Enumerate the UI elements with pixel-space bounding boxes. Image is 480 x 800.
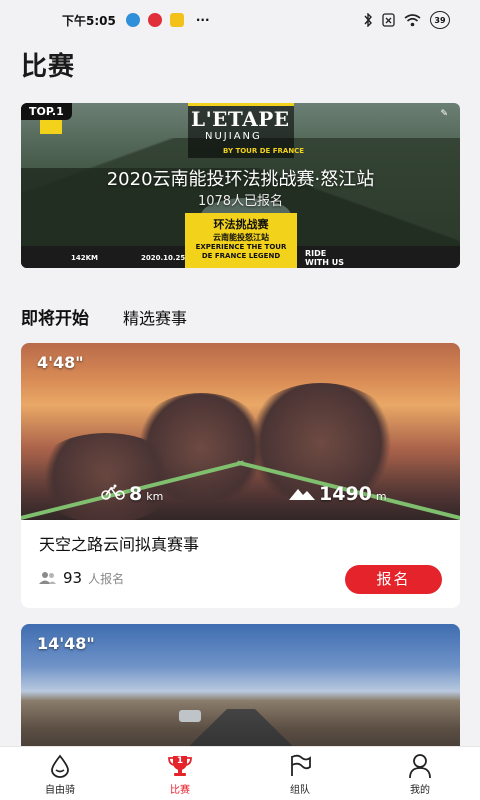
no-sim-icon (382, 13, 395, 27)
elevation-value: 1490 (319, 483, 372, 505)
register-button[interactable]: 报名 (345, 565, 442, 594)
etape-logo-subtitle: NUJIANG (205, 131, 262, 142)
etape-logo-tdf: BY TOUR DE FRANCE (223, 147, 305, 155)
app-notification-icon-yellow (169, 13, 184, 27)
event-cover-image: 14'48" (21, 624, 460, 764)
more-notifications-icon: ··· (195, 13, 210, 27)
nav-team[interactable]: 组队 (240, 747, 360, 800)
status-time: 下午5:05 (62, 13, 116, 28)
event-duration: 4'48" (37, 353, 84, 372)
ride-line-1: RIDE (305, 249, 327, 258)
nav-label: 组队 (290, 785, 310, 796)
signup-count: 93 (63, 569, 83, 587)
nav-label: 我的 (410, 785, 430, 796)
poster-line-4: DE FRANCE LEGEND (201, 252, 281, 260)
event-tabs: 即将开始 精选赛事 (21, 304, 187, 329)
trophy-badge-number: 1 (176, 756, 184, 766)
elevation-unit: m (375, 490, 387, 503)
poster-line-3: EXPERIENCE THE TOUR (195, 243, 287, 251)
cover-car (179, 710, 201, 722)
status-bar: 下午5:05 ··· 39 (0, 0, 480, 40)
mountain-icon (289, 489, 315, 500)
bluetooth-icon (364, 13, 372, 27)
banner-distance-tag: 142KM (71, 254, 99, 262)
trophy-icon: 1 (166, 753, 194, 779)
banner-ride-slogan: RIDE WITH US (305, 249, 344, 267)
banner-poster-panel: 环法挑战赛 云南能投怒江站 EXPERIENCE THE TOUR DE FRA… (185, 213, 297, 268)
cover-road (21, 460, 460, 520)
wifi-icon (404, 13, 421, 26)
poster-line-2: 云南能投怒江站 (213, 233, 269, 242)
banner-corner-logo: ✎ (440, 109, 448, 119)
event-card[interactable]: 4'48" 8 km 1490 m 天空之路云间拟真赛事 93 人报名 报名 (21, 343, 460, 608)
banner-signup-count: 1078人已报名 (197, 194, 284, 209)
signup-info: 93 人报名 (39, 569, 124, 587)
event-duration: 14'48" (37, 634, 95, 653)
featured-event-banner[interactable]: TOP.1 L'ETAPE NUJIANG BY TOUR DE FRANCE … (21, 103, 460, 268)
people-icon (39, 572, 56, 584)
event-cover-image: 4'48" 8 km 1490 m (21, 343, 460, 520)
app-notification-icon-blue (125, 13, 140, 27)
tab-featured[interactable]: 精选赛事 (123, 305, 187, 329)
bicycle-icon (101, 484, 125, 500)
droplet-icon (46, 753, 74, 779)
signup-label: 人报名 (88, 571, 125, 586)
rank-badge: TOP.1 (21, 103, 72, 120)
poster-line-1: 环法挑战赛 (213, 218, 269, 231)
nav-competition[interactable]: 1 比赛 (120, 747, 240, 800)
etape-logo-title: L'ETAPE (191, 107, 290, 131)
banner-date-tag: 2020.10.25 (141, 254, 186, 262)
app-notification-icon-red (147, 13, 162, 27)
bottom-navigation: 自由骑 1 比赛 组队 我的 (0, 746, 480, 800)
banner-title: 2020云南能投环法挑战赛·怒江站 (106, 169, 375, 190)
distance-stat: 8 km (101, 483, 163, 505)
flag-icon (286, 753, 314, 779)
event-card[interactable]: 14'48" (21, 624, 460, 764)
ride-line-2: WITH US (305, 258, 344, 267)
tab-upcoming[interactable]: 即将开始 (21, 304, 89, 329)
distance-value: 8 (129, 483, 143, 505)
battery-icon: 39 (430, 11, 450, 29)
page-title: 比赛 (21, 52, 76, 82)
user-icon (406, 753, 434, 779)
nav-label: 自由骑 (45, 785, 75, 796)
nav-profile[interactable]: 我的 (360, 747, 480, 800)
brand-logo-icon (40, 120, 62, 134)
event-title: 天空之路云间拟真赛事 (39, 535, 200, 554)
distance-unit: km (146, 490, 164, 503)
elevation-stat: 1490 m (289, 483, 387, 505)
nav-label: 比赛 (170, 785, 190, 796)
nav-free-ride[interactable]: 自由骑 (0, 747, 120, 800)
